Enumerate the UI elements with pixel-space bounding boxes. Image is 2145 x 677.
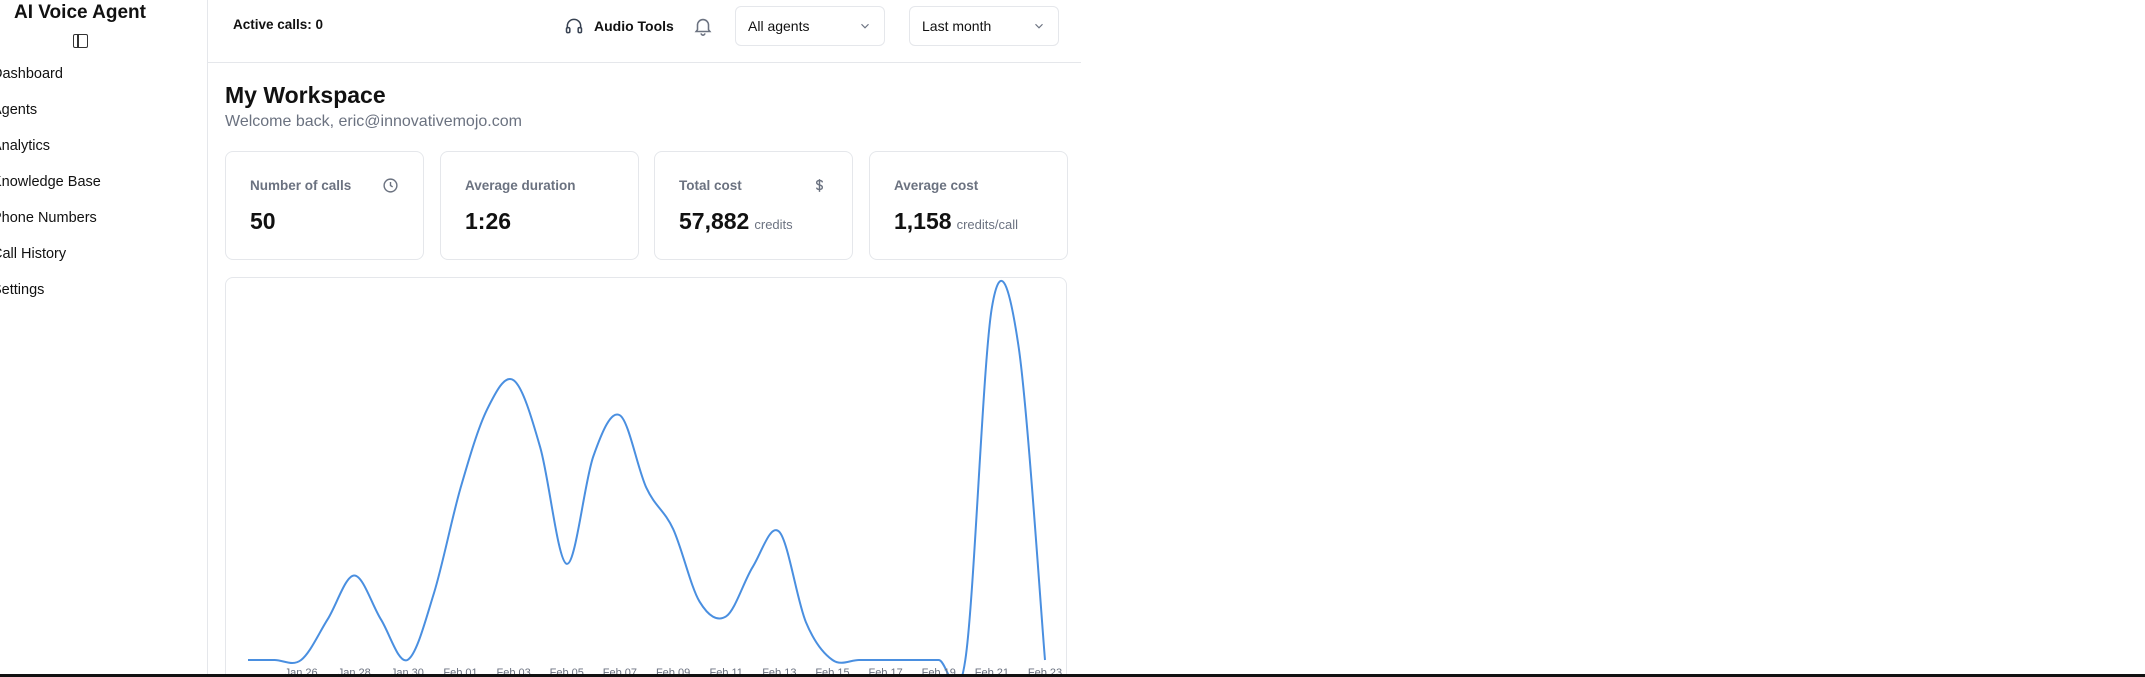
bell-icon[interactable] [692, 14, 714, 38]
chevron-down-icon [1035, 23, 1043, 29]
chevron-down-icon [861, 23, 869, 29]
stat-label: Average duration [465, 178, 576, 193]
stat-label: Average cost [894, 178, 979, 193]
stat-unit: credits [754, 217, 793, 232]
clock-icon [383, 178, 398, 193]
sidebar-item-agents[interactable]: Agents [0, 98, 37, 122]
stat-card-average-cost: Average cost 1,158 credits/call [869, 151, 1068, 260]
stat-label: Number of calls [250, 178, 352, 193]
stat-value: 1:26 [465, 208, 512, 234]
app-brand: AI Voice Agent [14, 2, 146, 23]
audio-tools-button[interactable]: Audio Tools [564, 12, 674, 40]
stat-value: 1,158 [894, 208, 952, 234]
date-range-value: Last month [922, 18, 992, 34]
stat-unit: credits/call [956, 217, 1018, 232]
date-range-select[interactable]: Last month [909, 6, 1059, 46]
sidebar: AI Voice Agent Dashboard Agents Analytic… [0, 0, 208, 677]
stat-label: Total cost [679, 178, 742, 193]
stat-value: 50 [250, 208, 276, 234]
welcome-message: Welcome back, eric@innovativemojo.com [225, 113, 522, 130]
dollar-icon [815, 179, 824, 192]
stat-card-calls: Number of calls 50 [225, 151, 424, 260]
agent-filter-select[interactable]: All agents [735, 6, 885, 46]
audio-tools-label: Audio Tools [594, 18, 674, 34]
calls-chart-card: Jan 26 Jan 28 Jan 30 Feb 01 Feb 03 Feb 05 Feb … [225, 277, 1067, 677]
stat-card-total-cost: Total cost 57,882 credits [654, 151, 853, 260]
stat-card-duration: Average duration 1:26 [440, 151, 639, 260]
top-bar: Active calls: 0 Audio Tools All agents L… [208, 0, 1081, 63]
stat-value: 57,882 [679, 208, 750, 234]
sidebar-item-dashboard[interactable]: Dashboard [0, 62, 63, 86]
sidebar-item-phone-numbers[interactable]: Phone Numbers [0, 206, 97, 230]
sidebar-item-analytics[interactable]: Analytics [0, 134, 50, 158]
sidebar-toggle-icon[interactable] [73, 34, 88, 48]
calls-series-line [248, 280, 1046, 677]
sidebar-item-settings[interactable]: Settings [0, 278, 44, 302]
active-calls-status: Active calls: 0 [233, 17, 324, 32]
sidebar-item-knowledge-base[interactable]: Knowledge Base [0, 170, 101, 194]
headphones-icon [565, 18, 583, 34]
sidebar-item-call-history[interactable]: Call History [0, 242, 66, 266]
calls-line-chart: Jan 26 Jan 28 Jan 30 Feb 01 Feb 03 Feb 05 Feb … [248, 280, 1062, 677]
page-title: My Workspace [225, 82, 386, 108]
agent-filter-value: All agents [748, 18, 810, 34]
